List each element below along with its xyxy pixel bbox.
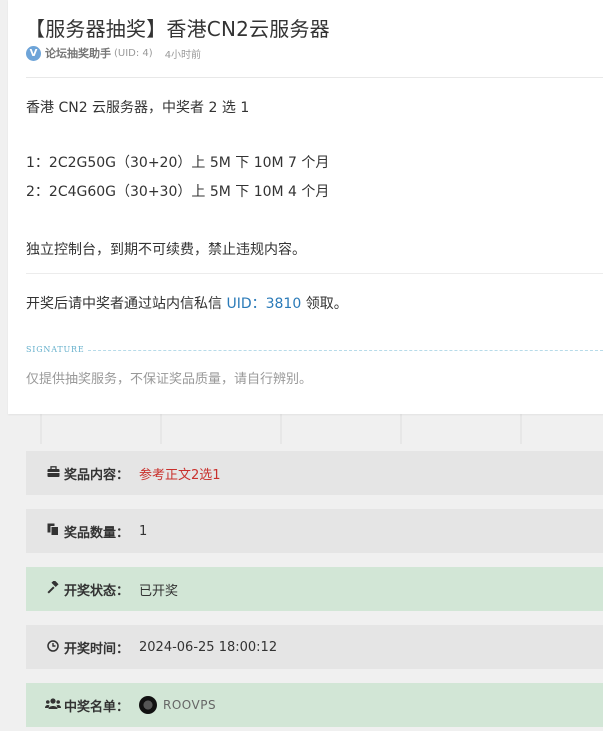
post-line: 香港 CN2 云服务器，中奖者 2 选 1: [26, 100, 250, 116]
winner-avatar[interactable]: [139, 696, 158, 714]
post-line: 2：2C4G60G（30+30）上 5M 下 10M 4 个月: [26, 184, 330, 200]
claim-prefix: 开奖后请中奖者通过站内信私信: [26, 296, 227, 312]
briefcase-icon: [45, 465, 61, 481]
draw-time-row: 开奖时间： 2024-06-25 18:00:12: [26, 625, 603, 669]
post-card: [8, 0, 603, 414]
post-time: 4小时前: [164, 49, 202, 61]
draw-status-row: 开奖状态： 已开奖: [26, 567, 603, 611]
prize-count-row: 奖品数量： 1: [26, 509, 603, 553]
prize-content-row: 奖品内容： 参考正文2选1: [26, 451, 603, 495]
copy-icon: [45, 523, 61, 539]
post-meta: V 论坛抽奖助手 (UID: 4) 4小时前: [26, 45, 201, 61]
winners-row: 中奖名单： ROOVPS: [26, 683, 603, 727]
page: 【服务器抽奖】香港CN2云服务器 V 论坛抽奖助手 (UID: 4) 4小时前 …: [0, 0, 603, 731]
claim-suffix: 领取。: [301, 296, 348, 312]
prize-content-value: 参考正文2选1: [139, 467, 221, 483]
signature-divider: [88, 350, 603, 351]
prize-content-label: 奖品内容：: [64, 467, 130, 483]
draw-status-value: 已开奖: [139, 583, 179, 599]
prize-count-value: 1: [139, 523, 148, 539]
gavel-icon: [45, 579, 61, 597]
post-title: 【服务器抽奖】香港CN2云服务器: [25, 17, 330, 41]
prize-count-label: 奖品数量：: [64, 525, 130, 541]
draw-time-label: 开奖时间：: [64, 641, 130, 657]
winners-label: 中奖名单：: [64, 699, 130, 715]
divider: [26, 77, 603, 78]
post-line: 1：2C2G50G（30+20）上 5M 下 10M 7 个月: [26, 155, 330, 171]
claim-uid-link[interactable]: UID：3810: [226, 296, 301, 312]
claim-line: 开奖后请中奖者通过站内信私信 UID：3810 领取。: [26, 293, 348, 313]
users-icon: [45, 697, 61, 713]
draw-status-label: 开奖状态：: [64, 583, 130, 599]
author-uid: (UID: 4): [114, 47, 153, 59]
signature-label: SIGNATURE: [26, 345, 85, 354]
draw-time-value: 2024-06-25 18:00:12: [139, 639, 278, 655]
winner-name-link[interactable]: ROOVPS: [163, 698, 216, 712]
verified-icon: V: [26, 45, 41, 61]
author-link[interactable]: 论坛抽奖助手: [45, 45, 111, 61]
post-line: 独立控制台，到期不可续费，禁止违规内容。: [26, 242, 306, 258]
signature-text: 仅提供抽奖服务，不保证奖品质量，请自行辨别。: [26, 372, 313, 387]
divider: [26, 273, 603, 274]
clock-icon: [45, 639, 61, 655]
